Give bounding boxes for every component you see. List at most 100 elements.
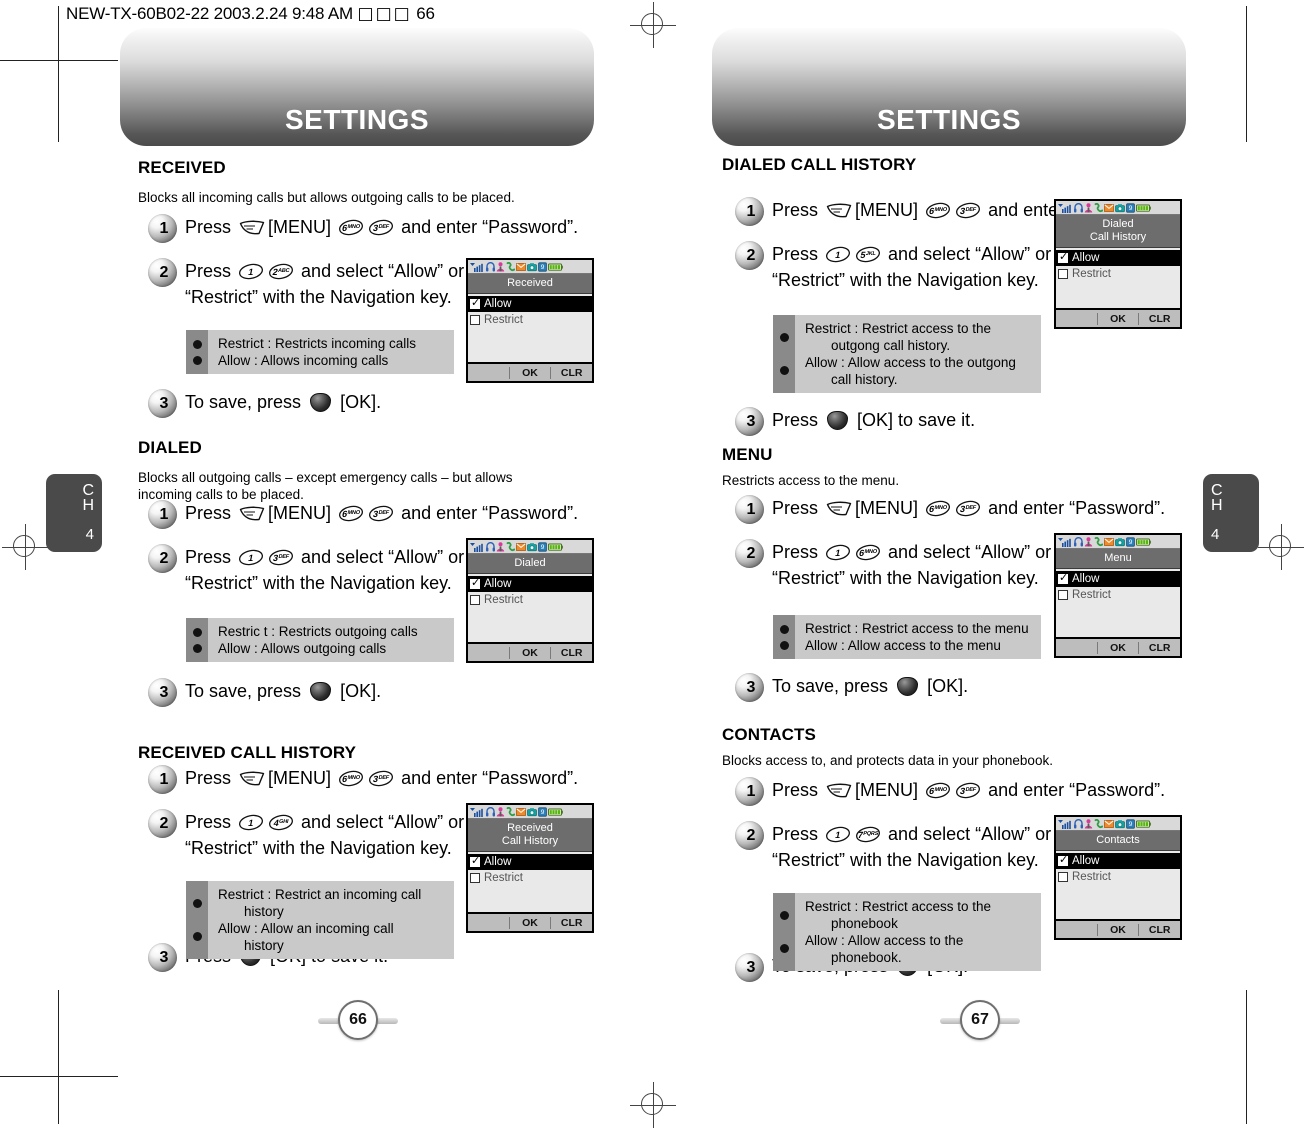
softkey-clr[interactable]: CLR [550, 366, 592, 379]
phone-option-restrict[interactable]: Restrict [468, 870, 592, 886]
keypad-key-6-icon: 6MNO [338, 505, 364, 522]
phone-option-allow[interactable]: Allow [1056, 571, 1180, 587]
checkbox-icon[interactable] [1058, 269, 1068, 279]
instruction-step: 2 Press 1 3DEF and select “Allow” or “Rest… [148, 544, 468, 596]
checkbox-icon[interactable] [1058, 572, 1068, 584]
phone-screen-title: Contacts [1056, 831, 1180, 851]
keypad-key-1-icon: 1 [825, 246, 851, 263]
page-banner: SETTINGS [120, 28, 594, 146]
note-line: Restrict : Restrict access to the phonebo… [805, 898, 1033, 932]
envelope-icon [516, 542, 526, 551]
battery-icon [1136, 538, 1151, 546]
note-line-continuation: history [244, 938, 284, 953]
softkey-ok[interactable]: OK [508, 366, 551, 379]
menu-key-label: [MENU] [855, 780, 919, 800]
phone-option-restrict[interactable]: Restrict [1056, 266, 1180, 282]
phone-screen-title: Received [468, 274, 592, 294]
step-text-lead: To save, press [185, 681, 302, 701]
softkey-clr[interactable]: CLR [550, 646, 592, 659]
phone-option-list: Allow Restrict [1056, 851, 1180, 919]
softkey-clr[interactable]: CLR [1138, 923, 1180, 936]
banner-title: SETTINGS [284, 104, 429, 135]
instruction-step: 2 Press 1 5JKL and select “Allow” or “Rest… [735, 241, 1055, 293]
phone-option-allow[interactable]: Allow [468, 296, 592, 312]
phone-option-list: Allow Restrict [1056, 248, 1180, 308]
checkbox-icon[interactable] [1058, 854, 1068, 866]
step-text-tail: and enter “Password”. [401, 768, 579, 788]
keypad-key-5-icon: 5JKL [855, 246, 881, 263]
note-line: Restrict : Restrict access to the outgong… [805, 320, 1033, 354]
softkey-ok[interactable]: OK [1096, 312, 1139, 325]
step-number-badge: 1 [148, 765, 177, 794]
checkbox-icon[interactable] [470, 873, 480, 883]
checkbox-icon[interactable] [1058, 251, 1068, 263]
phone-option-label: Restrict [1072, 588, 1111, 601]
camera-icon [527, 542, 537, 551]
softkey-clr[interactable]: CLR [1138, 312, 1180, 325]
bullet-icon [779, 911, 789, 920]
phone-option-label: Restrict [484, 871, 523, 884]
keypad-key-3-icon: 3DEF [955, 782, 981, 799]
phone-option-restrict[interactable]: Restrict [1056, 587, 1180, 603]
phone-option-restrict[interactable]: Restrict [1056, 869, 1180, 885]
step-text: To save, press [OK]. [185, 678, 381, 704]
step-text-tail: and enter “Password”. [988, 498, 1166, 518]
note-line-continuation: outgong call history. [831, 338, 951, 353]
phone-option-allow[interactable]: Allow [1056, 250, 1180, 266]
step-number: 3 [746, 958, 756, 976]
call-icon [506, 806, 515, 816]
phone-option-allow[interactable]: Allow [468, 576, 592, 592]
menu-key-icon [826, 203, 852, 218]
note-box: Restrict : Restrict an incoming call hist… [186, 881, 454, 959]
note-bullet-strip [186, 330, 208, 374]
section-title: CONTACTS [722, 725, 816, 744]
phone-option-allow[interactable]: Allow [468, 854, 592, 870]
softkey-clr[interactable]: CLR [550, 916, 592, 929]
menu-key-label: [MENU] [855, 200, 919, 220]
note-text-lines: Restrict : Restrict an incoming call hist… [208, 881, 454, 959]
phone-softkey-bar: OK CLR [1056, 637, 1180, 656]
checkbox-icon[interactable] [470, 577, 480, 589]
note-text-lines: Restric t : Restricts outgoing calls Allo… [208, 618, 454, 662]
note-line-text: Allow : Allows incoming calls [218, 353, 389, 368]
step-text: Press 1 5JKL and select “Allow” or “Restr… [772, 241, 1055, 293]
phone-screen-title-line1: Dialed [1102, 218, 1134, 230]
checkbox-icon[interactable] [470, 315, 480, 325]
step-number: 3 [159, 394, 169, 412]
phone-screen-title-line1: Received [507, 822, 553, 834]
menu-key-label: [MENU] [855, 498, 919, 518]
phone-option-restrict[interactable]: Restrict [468, 592, 592, 608]
checkbox-icon[interactable] [1058, 872, 1068, 882]
signal-bars-icon [470, 542, 483, 552]
step-number-badge: 3 [148, 678, 177, 707]
note-line: Allow : Allows outgoing calls [218, 640, 446, 657]
phone-softkey-bar: OK CLR [1056, 919, 1180, 938]
signal-bars-icon [470, 807, 483, 817]
phone-option-restrict[interactable]: Restrict [468, 312, 592, 328]
note-bullet-strip [773, 893, 795, 971]
keypad-key-6-icon: 6MNO [925, 500, 951, 517]
phone-screen-mock: 9 Contacts Allow Restrict OKCLR [1054, 815, 1182, 940]
checkbox-icon[interactable] [470, 595, 480, 605]
checkbox-icon[interactable] [470, 855, 480, 867]
note-line: Allow : Allow access to the menu [805, 637, 1033, 654]
keypad-key-1-icon: 1 [238, 814, 264, 831]
keypad-key-3-icon: 3DEF [368, 770, 394, 787]
instruction-step: 2 Press 1 4GHI and select “Allow” or “Rest… [148, 809, 468, 861]
softkey-ok[interactable]: OK [1096, 641, 1139, 654]
phone-screen-title: Menu [1056, 549, 1180, 569]
step-number-badge: 2 [148, 809, 177, 838]
note-line-text: Restric t : Restricts outgoing calls [218, 624, 418, 639]
softkey-ok[interactable]: OK [1096, 923, 1139, 936]
softkey-ok[interactable]: OK [508, 646, 551, 659]
alarm-icon: 9 [538, 806, 547, 817]
phone-option-allow[interactable]: Allow [1056, 853, 1180, 869]
checkbox-icon[interactable] [1058, 590, 1068, 600]
call-icon [506, 261, 515, 271]
keypad-key-2-icon: 2ABC [268, 263, 294, 280]
note-line-text: Restrict : Restricts incoming calls [218, 336, 417, 351]
softkey-ok[interactable]: OK [508, 916, 551, 929]
softkey-clr[interactable]: CLR [1138, 641, 1180, 654]
checkbox-icon[interactable] [470, 297, 480, 309]
note-bullet-strip [186, 618, 208, 662]
